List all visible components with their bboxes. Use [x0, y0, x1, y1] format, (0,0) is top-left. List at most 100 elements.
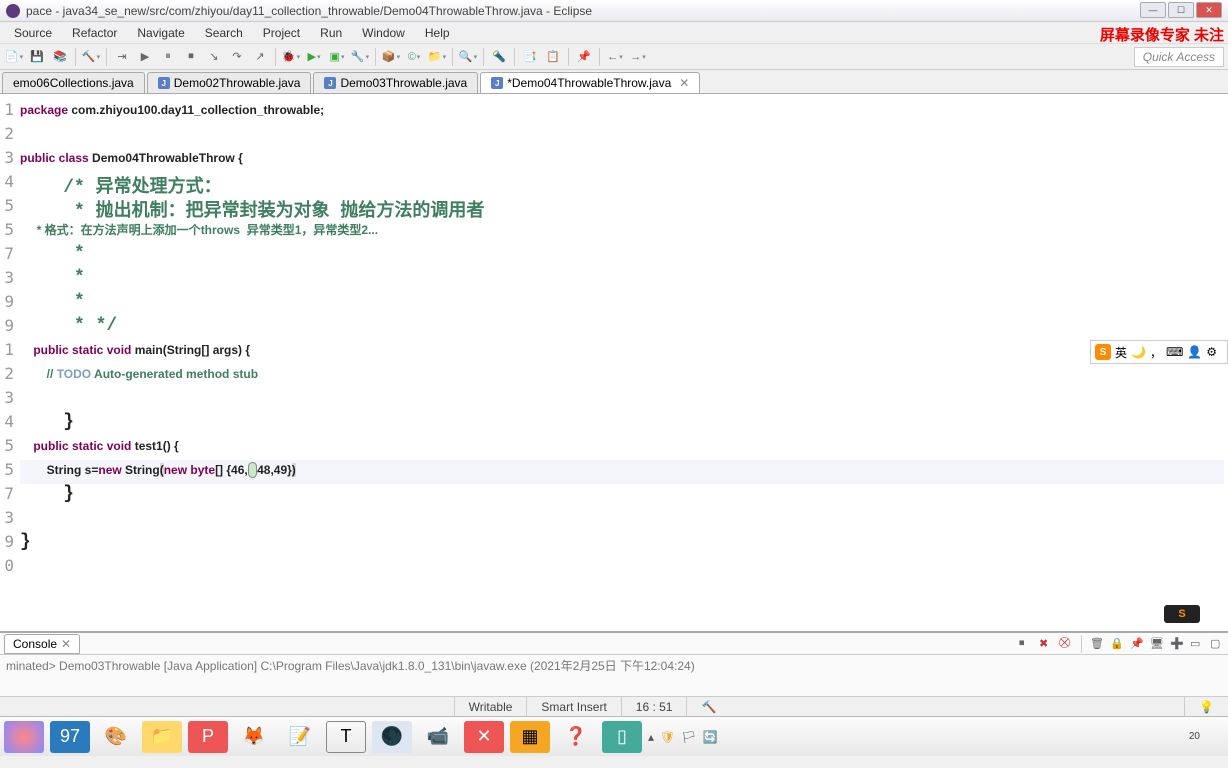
separator	[483, 48, 484, 66]
taskbar-firefox-icon[interactable]: 🦊	[234, 721, 274, 753]
step-over-icon[interactable]: ↷	[227, 47, 247, 67]
status-build-icon[interactable]: 🔨	[686, 697, 730, 716]
new-java-icon[interactable]: 📦	[381, 47, 401, 67]
taskbar-app-orange[interactable]: ▦	[510, 721, 550, 753]
taskbar-clock[interactable]: 20	[1189, 731, 1224, 743]
open-type-icon[interactable]: 🔍	[458, 47, 478, 67]
terminate-icon[interactable]: ⏹	[1019, 637, 1033, 651]
display-icon[interactable]: 🖥	[1150, 637, 1164, 651]
menu-project[interactable]: Project	[253, 24, 310, 42]
tray-sync-icon[interactable]: 🔄	[703, 730, 718, 744]
max-icon[interactable]: ▢	[1210, 637, 1224, 651]
taskbar-camera-icon[interactable]: 📹	[418, 721, 458, 753]
resume-icon[interactable]: ▶	[135, 47, 155, 67]
new-class-icon[interactable]: ©	[404, 47, 424, 67]
pin-console-icon[interactable]: 📌	[1130, 637, 1144, 651]
back-icon[interactable]: ←	[605, 47, 625, 67]
clear-icon[interactable]: 🗑	[1090, 637, 1104, 651]
console-output: minated> Demo03Throwable [Java Applicati…	[0, 655, 1228, 676]
taskbar-eclipse-icon[interactable]: 🌑	[372, 721, 412, 753]
code-line: public class Demo04ThrowableThrow {	[20, 148, 1224, 172]
eclipse-icon	[6, 4, 20, 18]
cursor-highlight	[248, 462, 257, 478]
menu-bar: Source Refactor Navigate Search Project …	[0, 22, 1228, 44]
quick-access[interactable]: Quick Access	[1134, 47, 1224, 67]
code-line: public static void test1() {	[20, 436, 1224, 460]
keyboard-icon[interactable]: ⌨	[1166, 345, 1183, 359]
ime-panel[interactable]: S 英 🌙 ， ⌨ 👤 ⚙	[1090, 340, 1228, 364]
taskbar-notes-icon[interactable]: 📝	[280, 721, 320, 753]
step-return-icon[interactable]: ↗	[250, 47, 270, 67]
taskbar-pdf-icon[interactable]: P	[188, 721, 228, 753]
tray-up-icon[interactable]: ▴	[648, 730, 654, 744]
external-tools-icon[interactable]: 🔧	[350, 47, 370, 67]
toggle-mark-icon[interactable]: 📑	[520, 47, 540, 67]
tab-demo04[interactable]: J*Demo04ThrowableThrow.java✕	[480, 72, 700, 93]
taskbar-app-green[interactable]: ▯	[602, 721, 642, 753]
menu-search[interactable]: Search	[195, 24, 253, 42]
line-number: 3	[0, 148, 16, 172]
user-icon[interactable]: 👤	[1187, 345, 1202, 359]
moon-icon[interactable]: 🌙	[1131, 345, 1146, 359]
taskbar-close-icon[interactable]: ✕	[464, 721, 504, 753]
run-icon[interactable]: ▶	[304, 47, 324, 67]
terminate-icon[interactable]: ⏹	[181, 47, 201, 67]
start-button[interactable]	[4, 721, 44, 753]
menu-window[interactable]: Window	[352, 24, 415, 42]
tray-shield-icon[interactable]: 🛡	[660, 730, 675, 744]
step-into-icon[interactable]: ↘	[204, 47, 224, 67]
scroll-lock-icon[interactable]: 🔒	[1110, 637, 1124, 651]
close-button[interactable]: ✕	[1196, 2, 1222, 18]
pin-icon[interactable]: 📌	[574, 47, 594, 67]
remove-icon[interactable]: ✖	[1039, 637, 1053, 651]
code-line: }	[20, 532, 1224, 556]
taskbar-text-icon[interactable]: T	[326, 721, 366, 753]
taskbar-explorer-icon[interactable]: 📁	[142, 721, 182, 753]
tab-demo02[interactable]: JDemo02Throwable.java	[147, 72, 312, 93]
line-gutter: 1 2 3 4 5 5 7 3 9 9 1 2 3 4 5 5 7 3 9 0	[0, 94, 16, 631]
remove-all-icon[interactable]: ⛒	[1059, 637, 1073, 651]
tab-demo03[interactable]: JDemo03Throwable.java	[313, 72, 478, 93]
taskbar-help-icon[interactable]: ❓	[556, 721, 596, 753]
tray-flag-icon[interactable]: 🏳	[681, 730, 696, 744]
maximize-button[interactable]: ☐	[1168, 2, 1194, 18]
menu-run[interactable]: Run	[310, 24, 352, 42]
comma-icon[interactable]: ，	[1150, 344, 1162, 361]
min-icon[interactable]: ▭	[1190, 637, 1204, 651]
minimize-button[interactable]: —	[1140, 2, 1166, 18]
menu-navigate[interactable]: Navigate	[127, 24, 194, 42]
close-icon[interactable]: ✕	[61, 637, 71, 651]
code-line: }	[20, 412, 1224, 436]
build-icon[interactable]: 🔨	[81, 47, 101, 67]
console-tab[interactable]: Console✕	[4, 634, 80, 654]
close-tab-icon[interactable]: ✕	[679, 76, 689, 90]
tab-demo06[interactable]: emo06Collections.java	[2, 72, 145, 93]
open-console-icon[interactable]: ➕	[1170, 637, 1184, 651]
taskbar-paint-icon[interactable]: 🎨	[96, 721, 136, 753]
code-line: *	[20, 292, 1224, 316]
save-icon[interactable]: 💾	[27, 47, 47, 67]
task-icon[interactable]: 📋	[543, 47, 563, 67]
taskbar-app-1[interactable]: 97	[50, 721, 90, 753]
forward-icon[interactable]: →	[628, 47, 648, 67]
settings-icon[interactable]: ⚙	[1206, 345, 1217, 359]
tab-label: *Demo04ThrowableThrow.java	[507, 76, 671, 90]
suspend-icon[interactable]: ⏸	[158, 47, 178, 67]
new-icon[interactable]: 📄	[4, 47, 24, 67]
menu-refactor[interactable]: Refactor	[62, 24, 127, 42]
code-area[interactable]: package com.zhiyou100.day11_collection_t…	[16, 94, 1228, 631]
ime-lang[interactable]: 英	[1115, 344, 1127, 361]
debug-icon[interactable]: 🐞	[281, 47, 301, 67]
tip-icon[interactable]: 💡	[1184, 697, 1228, 716]
search-icon[interactable]: 🔦	[489, 47, 509, 67]
skip-breakpoints-icon[interactable]: ⇥	[112, 47, 132, 67]
code-line: * 抛出机制：把异常封装为对象 抛给方法的调用者	[20, 196, 1224, 220]
tab-label: Demo03Throwable.java	[340, 76, 467, 90]
title-bar: pace - java34_se_new/src/com/zhiyou/day1…	[0, 0, 1228, 22]
menu-source[interactable]: Source	[4, 24, 62, 42]
code-editor[interactable]: 1 2 3 4 5 5 7 3 9 9 1 2 3 4 5 5 7 3 9 0 …	[0, 94, 1228, 632]
menu-help[interactable]: Help	[415, 24, 460, 42]
new-package-icon[interactable]: 📁	[427, 47, 447, 67]
save-all-icon[interactable]: 📚	[50, 47, 70, 67]
coverage-icon[interactable]: ▣	[327, 47, 347, 67]
